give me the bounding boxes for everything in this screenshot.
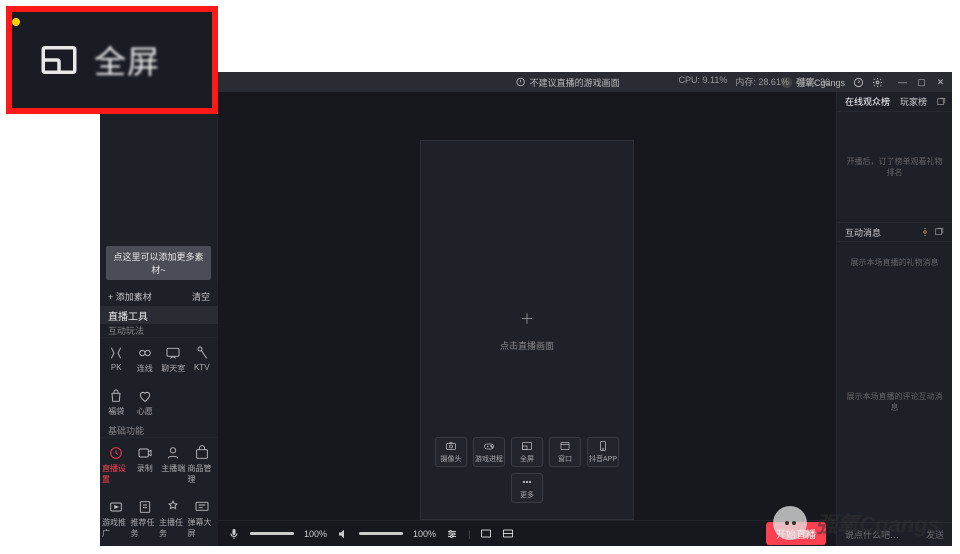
add-source-tooltip: 点这里可以添加更多素材~: [106, 246, 211, 280]
source-window[interactable]: 窗口: [549, 437, 581, 467]
mic-volume-value: 100%: [304, 529, 327, 539]
layout-icon[interactable]: [480, 528, 492, 540]
mic-icon[interactable]: [228, 528, 240, 540]
tool-task[interactable]: 推荐任务: [131, 496, 160, 542]
stats-bar: CPU: 9.11% 内存: 28.61% 帧率: 30: [679, 75, 831, 88]
pk-icon: [108, 345, 124, 361]
settings-icon[interactable]: [872, 77, 883, 88]
tool-wish[interactable]: 心愿: [131, 385, 160, 420]
maximize-button[interactable]: ▢: [916, 77, 927, 88]
tool-settings[interactable]: 直播设置: [102, 442, 131, 488]
chat-panel: 展示本场直播的评论互动消息: [837, 282, 952, 522]
sub-header-interaction: 互动玩法: [100, 324, 218, 338]
record-icon: [137, 445, 153, 461]
tools-header: 直播工具: [100, 306, 218, 324]
more-icon: [521, 476, 533, 488]
sidebar: 场次账 强氧Cg... • 点这里可以添加更多素材~ + 添加素材 清空 直播工…: [100, 92, 218, 546]
ktv-icon: [194, 345, 210, 361]
tool-promo[interactable]: 游戏推广: [102, 496, 131, 542]
copilot-icon: [165, 445, 181, 461]
titlebar-warning: 不建议直播的游戏画面: [516, 76, 620, 89]
minimize-button[interactable]: —: [897, 77, 908, 88]
sub-header-basic: 基础功能: [100, 424, 218, 438]
full-screen-icon: [521, 440, 533, 452]
tool-goods[interactable]: 商品管理: [188, 442, 217, 488]
camera-icon: [445, 440, 457, 452]
popout-icon[interactable]: [934, 227, 944, 237]
tool-big-screen[interactable]: 弹幕大屏: [188, 496, 217, 542]
chatroom-icon: [165, 345, 181, 361]
highlight-label: 全屏: [94, 37, 160, 83]
highlight-callout: 全屏: [6, 6, 218, 114]
wish-icon: [137, 388, 153, 404]
source-list-empty: 点这里可以添加更多素材~: [100, 112, 218, 286]
clear-sources-button[interactable]: 清空: [192, 290, 210, 303]
speaker-volume-value: 100%: [413, 529, 436, 539]
tool-anchor-task[interactable]: 主播任务: [159, 496, 188, 542]
settings-icon: [108, 445, 124, 461]
watermark: 强氧Cgangs: [773, 506, 940, 540]
tool-pk[interactable]: PK: [102, 342, 131, 377]
preview-canvas[interactable]: ＋ 点击直播画面 摄像头游戏进程全屏窗口抖音APP 更多: [420, 140, 634, 520]
source-more[interactable]: 更多: [511, 473, 543, 503]
source-phone[interactable]: 抖音APP: [587, 437, 619, 467]
fudai-icon: [108, 388, 124, 404]
audience-panel: 开播后，订了榜单观看礼物排名: [837, 112, 952, 222]
layout2-icon[interactable]: [502, 528, 514, 540]
canvas-hint: 点击直播画面: [500, 339, 554, 352]
close-button[interactable]: ✕: [935, 77, 946, 88]
mic-volume-slider[interactable]: [250, 532, 294, 535]
lianmai-icon: [137, 345, 153, 361]
tab-players[interactable]: 玩家榜: [900, 95, 927, 108]
tool-lianmai[interactable]: 连线: [131, 342, 160, 377]
interaction-header: 互动消息: [837, 222, 952, 242]
feedback-icon[interactable]: [853, 77, 864, 88]
goods-icon: [194, 445, 210, 461]
tool-chatroom[interactable]: 聊天室: [159, 342, 188, 377]
source-full-screen[interactable]: 全屏: [511, 437, 543, 467]
tool-fudai[interactable]: 福袋: [102, 385, 131, 420]
right-column: 在线观众榜 玩家榜 开播后，订了榜单观看礼物排名 互动消息 展示本场直播的礼物消…: [836, 92, 952, 546]
source-game[interactable]: 游戏进程: [473, 437, 505, 467]
source-camera[interactable]: 摄像头: [435, 437, 467, 467]
promo-icon: [108, 499, 124, 515]
tool-ktv[interactable]: KTV: [188, 342, 217, 377]
gift-panel: 展示本场直播的礼物消息: [837, 242, 952, 282]
bottom-bar: 100% 100% | 开始直播: [218, 520, 836, 546]
audio-settings-icon[interactable]: [446, 528, 458, 540]
main-area: CPU: 9.11% 内存: 28.61% 帧率: 30 ＋ 点击直播画面 摄像…: [218, 92, 836, 546]
window-icon: [559, 440, 571, 452]
wechat-icon: [773, 506, 807, 540]
big-screen-icon: [194, 499, 210, 515]
speaker-icon[interactable]: [337, 528, 349, 540]
speaker-volume-slider[interactable]: [359, 532, 403, 535]
tool-copilot[interactable]: 主播端: [159, 442, 188, 488]
anchor-task-icon: [165, 499, 181, 515]
phone-icon: [597, 440, 609, 452]
task-icon: [137, 499, 153, 515]
app-window: 不建议直播的游戏画面 强氧Cgangs — ▢ ✕ 场次账 强氧Cg... • …: [100, 72, 952, 546]
add-source-button[interactable]: + 添加素材: [108, 290, 152, 303]
tab-audience[interactable]: 在线观众榜: [845, 95, 890, 108]
popout-icon[interactable]: [936, 97, 946, 107]
add-icon: ＋: [520, 309, 534, 329]
filter-icon[interactable]: [920, 227, 930, 237]
tool-record[interactable]: 录制: [131, 442, 160, 488]
game-icon: [483, 440, 495, 452]
